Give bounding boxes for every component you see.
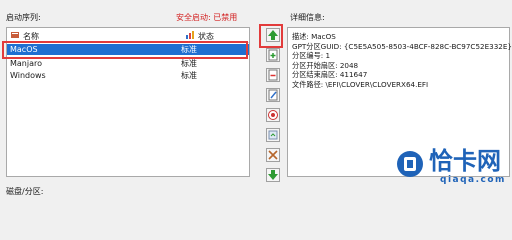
highlight-outline-selected-row xyxy=(2,41,248,59)
boot-order-title: 启动序列: xyxy=(6,13,41,22)
delete-entry-button[interactable] xyxy=(266,68,280,82)
boot-target-icon xyxy=(268,110,278,120)
detail-start-sector: 分区开始扇区: 2048 xyxy=(292,60,359,70)
boot-entry-name: Windows xyxy=(10,71,46,80)
list-name-icon xyxy=(11,31,19,39)
detail-partition-number: 分区编号: 1 xyxy=(292,51,331,60)
tools-icon xyxy=(268,150,278,160)
detail-end-sector: 分区结束扇区: 411647 xyxy=(292,70,368,79)
watermark-logo-icon xyxy=(396,150,424,178)
detail-description: 描述: MacOS xyxy=(292,32,336,41)
watermark-text: 恰卡网 xyxy=(429,147,501,175)
detail-file-path: 文件路径: \EFI\CLOVER\CLOVERX64.EFI xyxy=(292,79,429,89)
boot-entry-name: Manjaro xyxy=(10,59,43,68)
highlight-outline-move-up xyxy=(259,24,283,48)
detail-gpt-guid: GPT分区GUID: {C5E5A505-8503-4BCF-828C-BC97… xyxy=(292,41,512,51)
list-status-icon xyxy=(186,31,194,39)
backup-button[interactable] xyxy=(266,128,280,142)
edit-entry-icon xyxy=(268,89,278,101)
tools-button[interactable] xyxy=(266,148,280,162)
watermark-url: qiaqa.com xyxy=(440,175,506,185)
secure-boot-status: 安全启动: 已禁用 xyxy=(176,13,238,22)
boot-entry-row[interactable]: Windows 标准 xyxy=(7,70,249,81)
edit-entry-button[interactable] xyxy=(266,88,280,102)
move-down-button[interactable] xyxy=(266,168,280,182)
backup-icon xyxy=(268,130,278,140)
boot-entry-row[interactable]: Manjaro 标准 xyxy=(7,58,249,69)
add-entry-button[interactable] xyxy=(266,48,280,62)
delete-entry-icon xyxy=(268,69,278,81)
details-title: 详细信息: xyxy=(290,13,325,22)
boot-entry-status: 标准 xyxy=(181,59,197,68)
move-down-icon xyxy=(268,170,278,180)
disk-partition-title: 磁盘/分区: xyxy=(6,187,44,196)
add-entry-icon xyxy=(268,49,278,61)
boot-target-button[interactable] xyxy=(266,108,280,122)
boot-entry-status: 标准 xyxy=(181,71,197,80)
